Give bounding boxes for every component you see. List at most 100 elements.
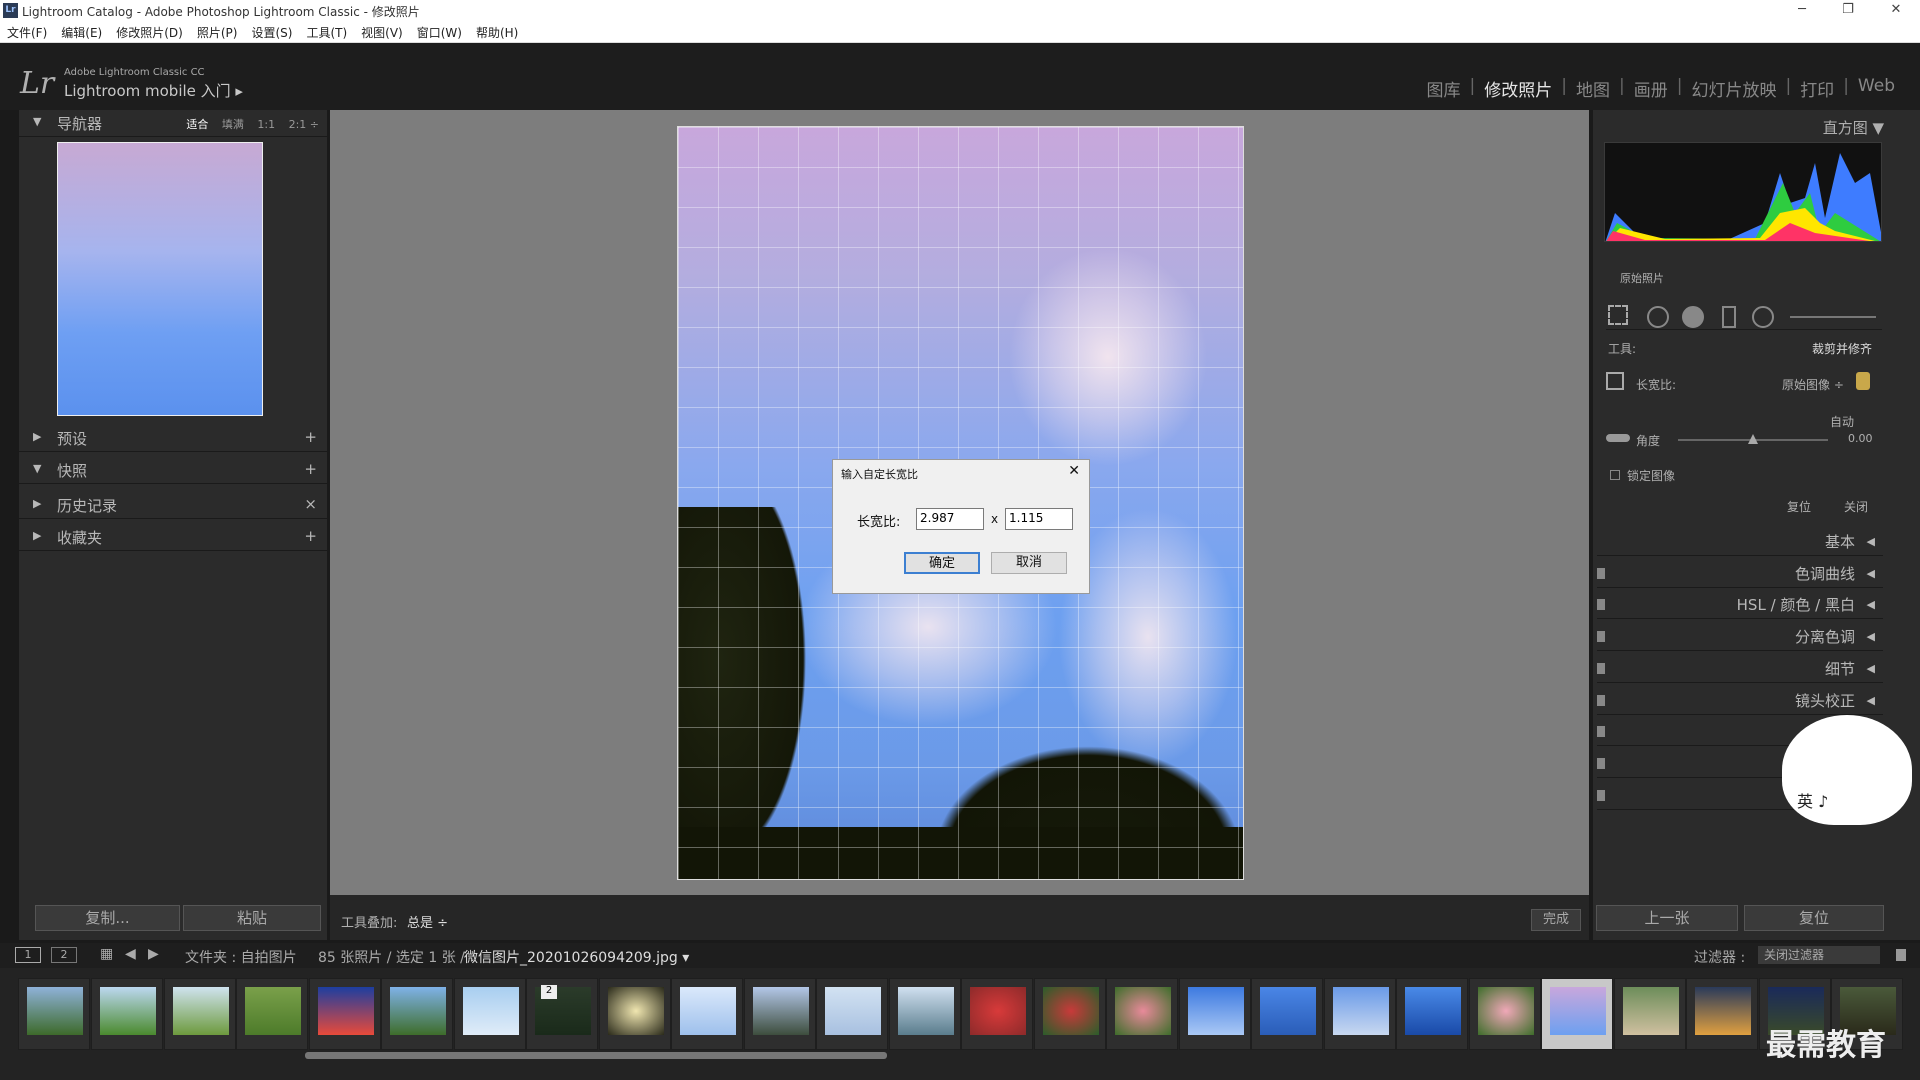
collections-header[interactable]: ▶ 收藏夹 + [19, 524, 327, 551]
thumbnail[interactable] [889, 978, 961, 1050]
menu-help[interactable]: 帮助(H) [469, 22, 525, 43]
thumbnail[interactable] [1251, 978, 1323, 1050]
restore-icon[interactable]: ❐ [1828, 0, 1868, 22]
spot-removal-icon[interactable] [1647, 306, 1669, 328]
crop-close[interactable]: 关闭 [1844, 498, 1868, 515]
minimize-icon[interactable]: ─ [1782, 0, 1822, 22]
previous-button[interactable]: 上一张 [1596, 905, 1738, 931]
thumbnail[interactable] [1469, 978, 1541, 1050]
menu-photo[interactable]: 照片(P) [190, 22, 245, 43]
menu-edit[interactable]: 编辑(E) [54, 22, 109, 43]
section-lens-corrections[interactable]: 镜头校正 ◀ [1597, 687, 1883, 715]
crop-tool-icon[interactable] [1608, 305, 1628, 325]
menu-window[interactable]: 窗口(W) [410, 22, 469, 43]
brush-slider-icon[interactable] [1790, 316, 1876, 318]
navigator-preview[interactable] [57, 142, 263, 416]
crop-reset[interactable]: 复位 [1787, 498, 1811, 515]
original-photo-toggle[interactable]: 原始照片 [1620, 270, 1664, 286]
clear-history-icon[interactable]: × [304, 495, 317, 513]
done-button[interactable]: 完成 [1531, 909, 1581, 931]
thumbnail[interactable] [18, 978, 90, 1050]
reset-button[interactable]: 复位 [1744, 905, 1884, 931]
section-tone-curve[interactable]: 色调曲线 ◀ [1597, 560, 1883, 588]
auto-straighten[interactable]: 自动 [1830, 413, 1854, 430]
thumbnail[interactable] [1034, 978, 1106, 1050]
thumbnail[interactable] [671, 978, 743, 1050]
zoom-1-1[interactable]: 1:1 [257, 118, 275, 131]
second-window-button[interactable]: 2 [51, 947, 77, 963]
module-develop[interactable]: 修改照片 [1475, 76, 1561, 101]
snapshots-header[interactable]: ▼ 快照 + [19, 457, 327, 484]
module-web[interactable]: Web [1849, 76, 1904, 101]
back-arrow-icon[interactable]: ◀ [125, 946, 136, 962]
section-basic[interactable]: 基本 ◀ [1597, 528, 1883, 556]
thumbnail[interactable] [1686, 978, 1758, 1050]
thumbnail[interactable] [309, 978, 381, 1050]
aspect-height-input[interactable]: 1.115 [1005, 508, 1073, 530]
module-book[interactable]: 画册 [1625, 76, 1677, 101]
cancel-button[interactable]: 取消 [991, 552, 1067, 574]
thumbnail[interactable] [1614, 978, 1686, 1050]
ok-button[interactable]: 确定 [904, 552, 980, 574]
module-print[interactable]: 打印 [1791, 76, 1843, 101]
thumbnail[interactable] [236, 978, 308, 1050]
thumbnail[interactable] [91, 978, 163, 1050]
overlay-dropdown[interactable]: 总是 ÷ [407, 912, 448, 931]
add-snapshot-icon[interactable]: + [304, 460, 317, 478]
lock-icon[interactable] [1856, 372, 1870, 390]
thumbnail[interactable] [961, 978, 1033, 1050]
thumbnail[interactable] [816, 978, 888, 1050]
menu-settings[interactable]: 设置(S) [244, 22, 299, 43]
section-split-toning[interactable]: 分离色调 ◀ [1597, 623, 1883, 651]
navigator-header[interactable]: ▼ 导航器 适合 填满 1:1 2:1 ÷ [19, 110, 327, 137]
module-library[interactable]: 图库 [1418, 76, 1470, 101]
dialog-close-icon[interactable]: ✕ [1068, 463, 1080, 479]
thumbnail[interactable] [599, 978, 671, 1050]
aspect-dropdown[interactable]: 原始图像 ÷ [1782, 376, 1844, 393]
menu-tools[interactable]: 工具(T) [299, 22, 354, 43]
add-collection-icon[interactable]: + [304, 527, 317, 545]
thumbnail[interactable] [1179, 978, 1251, 1050]
thumbnail[interactable] [454, 978, 526, 1050]
main-window-button[interactable]: 1 [15, 947, 41, 963]
copy-settings-button[interactable]: 复制... [35, 905, 180, 931]
zoom-fill[interactable]: 填满 [222, 118, 244, 131]
level-tool-icon[interactable] [1606, 434, 1630, 442]
menu-view[interactable]: 视图(V) [354, 22, 410, 43]
thumbnail[interactable] [381, 978, 453, 1050]
presets-header[interactable]: ▶ 预设 + [19, 425, 327, 452]
history-header[interactable]: ▶ 历史记录 × [19, 492, 327, 519]
radial-filter-icon[interactable] [1752, 306, 1774, 328]
histogram-title[interactable]: 直方图 ▼ [1823, 117, 1884, 138]
constrain-checkbox[interactable] [1610, 470, 1620, 480]
thumbnail[interactable]: 2 [526, 978, 598, 1050]
thumbnail[interactable] [744, 978, 816, 1050]
forward-arrow-icon[interactable]: ▶ [148, 946, 159, 962]
thumbnail-selected[interactable] [1541, 978, 1613, 1050]
filmstrip-scrollbar[interactable] [305, 1052, 887, 1059]
angle-slider-thumb[interactable] [1748, 434, 1758, 444]
menu-develop[interactable]: 修改照片(D) [109, 22, 190, 43]
section-hsl[interactable]: HSL / 颜色 / 黑白 ◀ [1597, 591, 1883, 619]
filter-dropdown[interactable]: 关闭过滤器 [1758, 946, 1880, 964]
section-detail[interactable]: 细节 ◀ [1597, 655, 1883, 683]
zoom-fit[interactable]: 适合 [186, 118, 208, 131]
thumbnail[interactable] [1324, 978, 1396, 1050]
module-map[interactable]: 地图 [1567, 76, 1619, 101]
folder-path[interactable]: 文件夹 : 自拍图片 [185, 947, 297, 967]
thumbnail[interactable] [164, 978, 236, 1050]
thumbnail[interactable] [1106, 978, 1178, 1050]
paste-settings-button[interactable]: 粘贴 [183, 905, 321, 931]
close-window-icon[interactable]: ✕ [1876, 0, 1916, 22]
filter-lock-icon[interactable] [1896, 949, 1906, 961]
thumbnail[interactable] [1396, 978, 1468, 1050]
grid-view-icon[interactable]: ▦ [100, 946, 113, 962]
zoom-2-1[interactable]: 2:1 ÷ [289, 118, 319, 131]
menu-file[interactable]: 文件(F) [0, 22, 54, 43]
graduated-filter-icon[interactable] [1722, 306, 1736, 328]
brand-mobile-link[interactable]: Lightroom mobile 入门 ▸ [64, 80, 243, 101]
aspect-width-input[interactable]: 2.987 [916, 508, 984, 530]
crop-frame-icon[interactable] [1606, 372, 1624, 390]
red-eye-icon[interactable] [1682, 306, 1704, 328]
angle-value[interactable]: 0.00 [1848, 432, 1873, 445]
